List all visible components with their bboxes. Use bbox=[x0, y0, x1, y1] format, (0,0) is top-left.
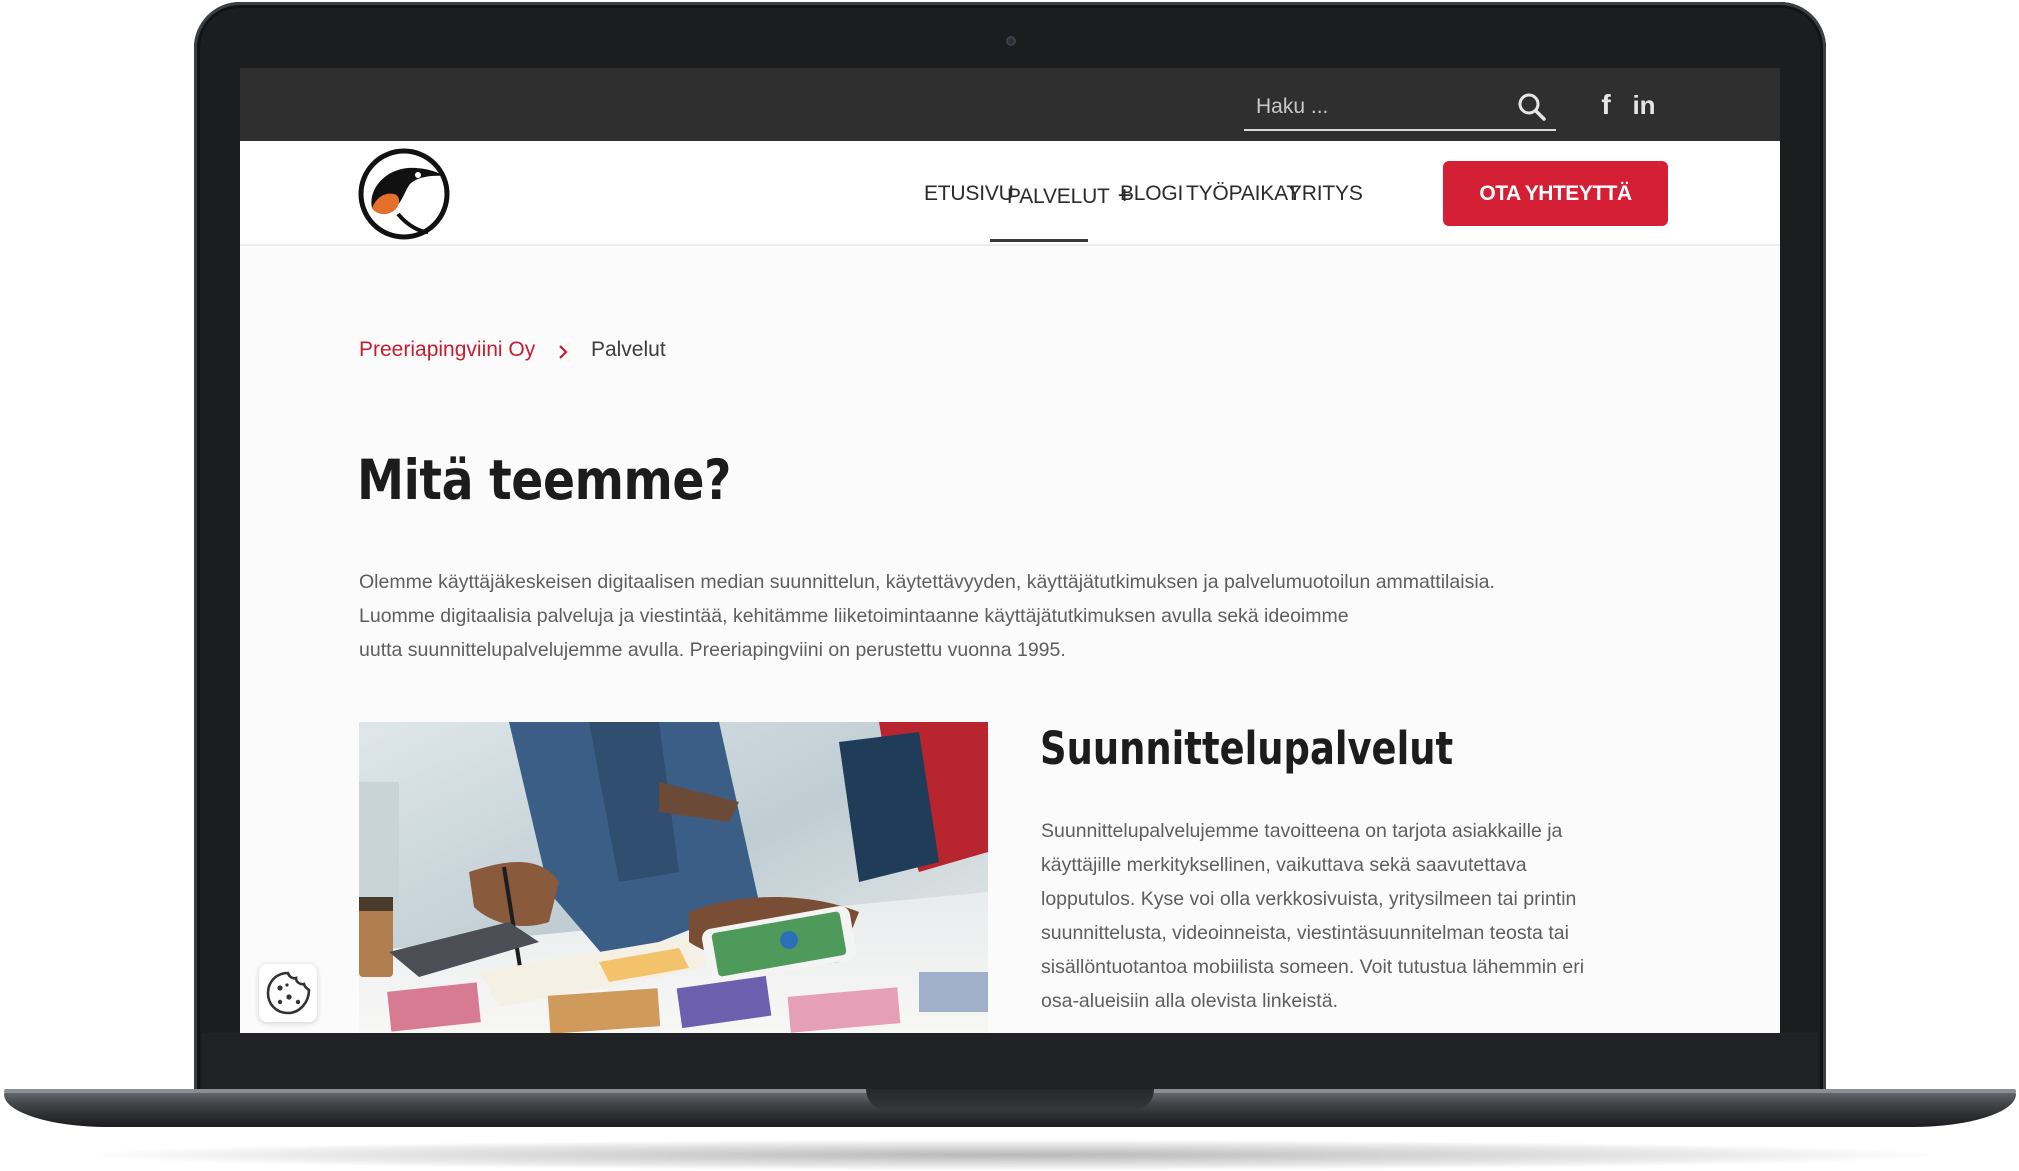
linkedin-icon[interactable]: in bbox=[1629, 90, 1659, 120]
company-logo[interactable] bbox=[358, 148, 450, 240]
laptop-shadow bbox=[90, 1140, 1930, 1170]
section-line: osa-alueisiin alla olevista linkeistä. bbox=[1041, 990, 1338, 1012]
breadcrumb-home-link[interactable]: Preeriapingviini Oy bbox=[359, 338, 535, 361]
section-line: sisällöntuotantoa mobiilista someen. Voi… bbox=[1041, 956, 1585, 978]
section-body: Suunnittelupalvelujemme tavoitteena on t… bbox=[1041, 814, 1681, 1018]
nav-item-tyopaikat[interactable]: TYÖPAIKAT bbox=[1186, 182, 1299, 206]
section-line: suunnittelusta, videoinneista, viestintä… bbox=[1041, 922, 1569, 944]
search-icon[interactable] bbox=[1516, 91, 1548, 123]
breadcrumb: Preeriapingviini Oy Palvelut bbox=[359, 338, 666, 362]
nav-item-label: PALVELUT bbox=[1007, 185, 1110, 208]
design-team-photo bbox=[359, 722, 988, 1033]
intro-text: Olemme käyttäjäkeskeisen digitaalisen me… bbox=[359, 565, 1649, 667]
intro-line: Olemme käyttäjäkeskeisen digitaalisen me… bbox=[359, 571, 1495, 593]
laptop-notch bbox=[866, 1089, 1154, 1111]
breadcrumb-current: Palvelut bbox=[590, 338, 666, 361]
section-line: lopputulos. Kyse voi olla verkkosivuista… bbox=[1041, 888, 1577, 910]
intro-line: uutta suunnittelupalvelujemme avulla. Pr… bbox=[359, 639, 1066, 661]
facebook-icon[interactable]: f bbox=[1591, 90, 1621, 120]
nav-item-etusivu[interactable]: ETUSIVU bbox=[924, 182, 1014, 206]
nav-item-palvelut[interactable]: PALVELUT + bbox=[1007, 182, 1132, 210]
website-screen: f in ETUSIVU PALVELUT+ BLOGI TYÖPAIKAT Y… bbox=[240, 68, 1780, 1033]
camera-icon bbox=[1006, 36, 1016, 46]
contact-button[interactable]: OTA YHTEYTTÄ bbox=[1443, 161, 1668, 226]
nav-item-blogi[interactable]: BLOGI bbox=[1120, 182, 1183, 206]
main-navigation: ETUSIVU PALVELUT + BLOGI TYÖPAIKAT YRITYS… bbox=[240, 141, 1780, 246]
page-title: Mitä teemme? bbox=[357, 448, 731, 512]
chevron-right-icon bbox=[553, 342, 575, 360]
cookie-settings-button[interactable] bbox=[259, 964, 317, 1022]
search-input[interactable] bbox=[1244, 85, 1518, 129]
nav-item-yritys[interactable]: YRITYS bbox=[1288, 182, 1363, 206]
cookie-icon bbox=[259, 971, 317, 1026]
top-bar: f in bbox=[240, 68, 1780, 141]
section-line: Suunnittelupalvelujemme tavoitteena on t… bbox=[1041, 820, 1563, 842]
laptop-bezel-bottom bbox=[202, 1033, 1818, 1089]
search-box bbox=[1244, 85, 1556, 131]
section-line: käyttäjille merkityksellinen, vaikuttava… bbox=[1041, 854, 1527, 876]
intro-line: Luomme digitaalisia palveluja ja viestin… bbox=[359, 605, 1349, 627]
section-title: Suunnittelupalvelut bbox=[1040, 722, 1454, 775]
active-nav-underline bbox=[990, 239, 1088, 242]
